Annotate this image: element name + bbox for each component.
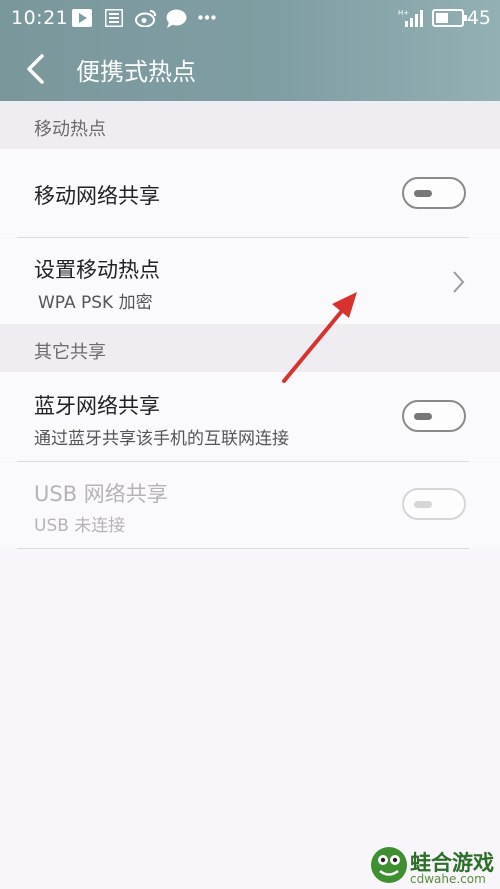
row-setup-hotspot[interactable]: 设置移动热点 WPA PSK 加密 <box>0 238 500 324</box>
row-subtitle: WPA PSK 加密 <box>38 293 153 313</box>
section-header-other-sharing: 其它共享 <box>0 324 500 372</box>
divider <box>17 548 469 549</box>
battery-percent: 45 <box>466 7 491 29</box>
frog-logo-icon <box>371 847 407 883</box>
message-icon <box>166 9 187 28</box>
section-label: 其它共享 <box>34 342 106 363</box>
section-label: 移动热点 <box>34 119 106 140</box>
row-mobile-network-share[interactable]: 移动网络共享 <box>0 149 500 237</box>
row-usb-share: USB 网络共享 USB 未连接 <box>0 462 500 548</box>
toggle-knob <box>414 501 432 508</box>
status-time: 10:21 <box>11 7 69 29</box>
svg-text:H+: H+ <box>398 9 409 17</box>
toggle-knob <box>414 190 432 197</box>
watermark-url: cdwahe.com <box>410 872 486 886</box>
toggle-mobile-network-share[interactable] <box>402 177 466 209</box>
weibo-icon <box>135 10 156 27</box>
row-title: 蓝牙网络共享 <box>34 394 160 418</box>
app-header: 10:21 H+ 45 便携式热点 <box>0 0 500 101</box>
news-icon <box>105 9 123 27</box>
row-title: 移动网络共享 <box>34 184 160 208</box>
row-subtitle: USB 未连接 <box>34 516 126 536</box>
play-icon <box>72 9 92 27</box>
signal-icon: H+ <box>398 9 423 27</box>
page-title: 便携式热点 <box>76 58 196 86</box>
battery-icon <box>432 9 467 27</box>
section-header-mobile-hotspot: 移动热点 <box>0 101 500 149</box>
row-bluetooth-share[interactable]: 蓝牙网络共享 通过蓝牙共享该手机的互联网连接 <box>0 372 500 461</box>
more-dots-icon <box>198 15 216 20</box>
status-bar: 10:21 H+ 45 <box>0 0 500 36</box>
chevron-left-icon[interactable] <box>22 53 50 85</box>
row-title: 设置移动热点 <box>34 258 160 282</box>
chevron-right-icon <box>453 271 465 293</box>
row-subtitle: 通过蓝牙共享该手机的互联网连接 <box>34 429 289 449</box>
toggle-knob <box>414 413 432 420</box>
toggle-usb-share <box>402 488 466 520</box>
row-title: USB 网络共享 <box>34 482 168 506</box>
toggle-bluetooth-share[interactable] <box>402 400 466 432</box>
